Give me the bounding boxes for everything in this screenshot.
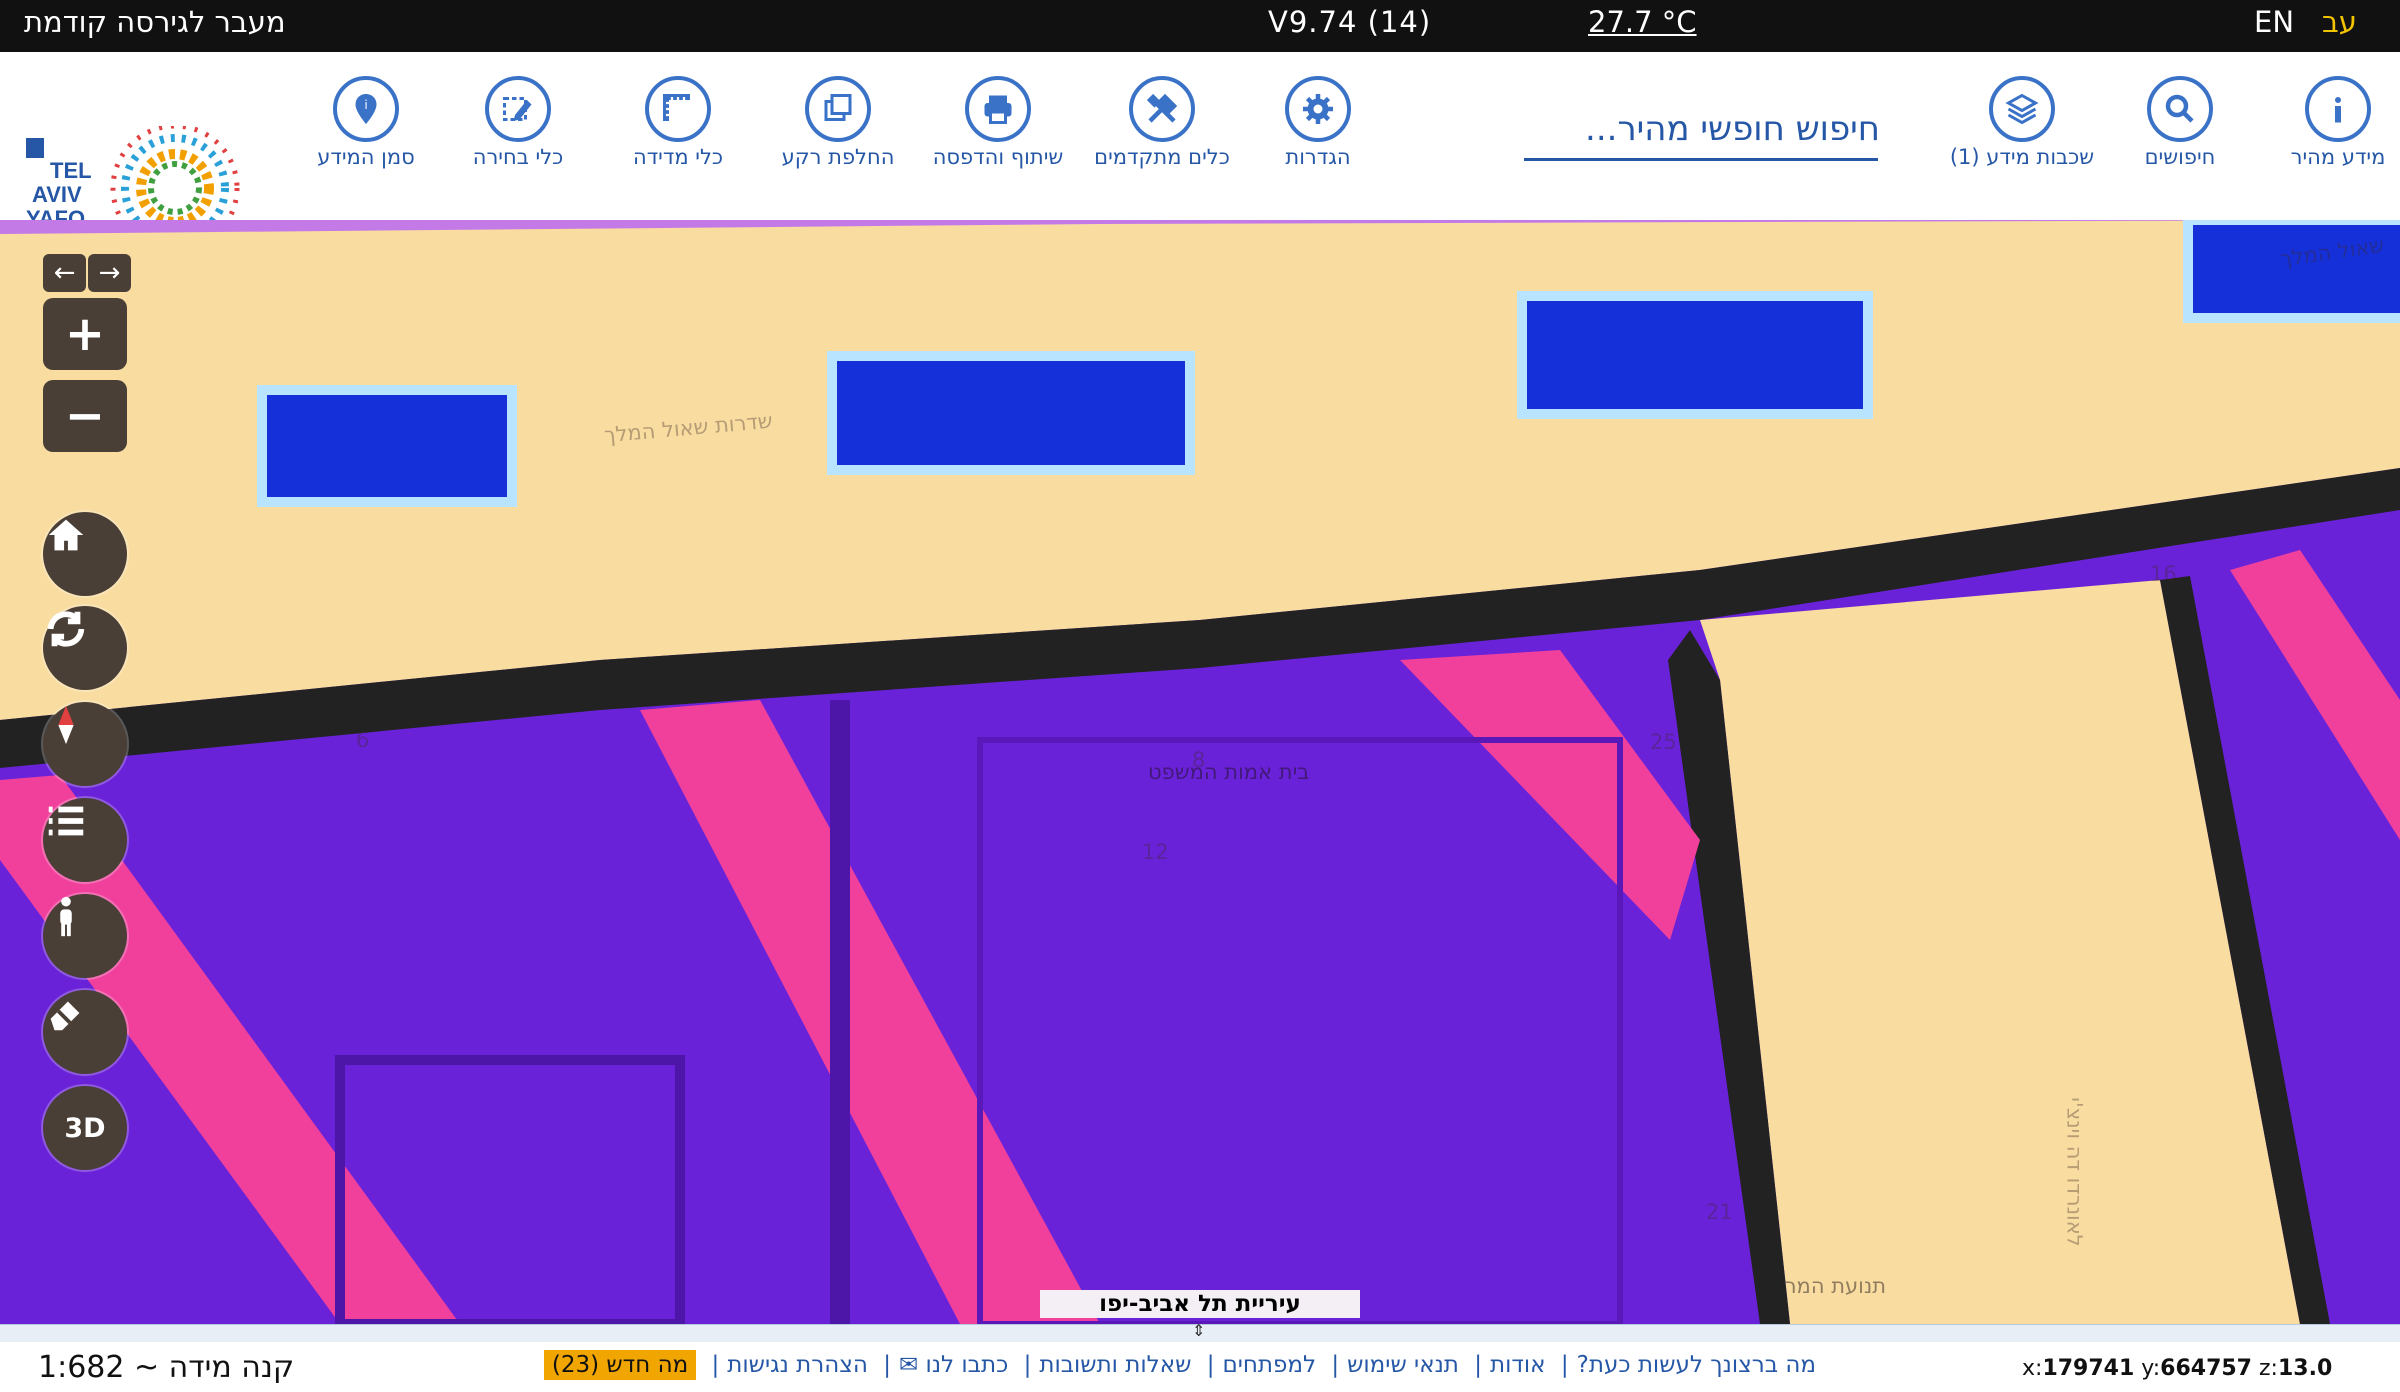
toolbar-label: סמן המידע: [317, 145, 415, 169]
house-number: 8: [1192, 748, 1206, 772]
lang-en-button[interactable]: EN: [2254, 0, 2294, 52]
toolbar-settings[interactable]: הגדרות: [1238, 76, 1398, 170]
toolbar-share-print[interactable]: שיתוף והדפסה: [918, 76, 1078, 170]
search-icon: [2147, 76, 2213, 142]
main-toolbar: TEL AVIV YAFO i סמן המידע כלי בחירה כלי …: [0, 52, 2400, 253]
street-label: תנועת המרי: [1780, 1274, 1887, 1298]
3d-label: 3D: [64, 1112, 106, 1144]
place-label: בית אמות המשפט: [1148, 760, 1310, 784]
footer-link-terms[interactable]: תנאי שימוש: [1347, 1352, 1459, 1378]
svg-text:i: i: [364, 98, 367, 112]
info-icon: [2305, 76, 2371, 142]
toolbar-label: שכבות מידע (1): [1949, 145, 2095, 169]
street-view-icon[interactable]: [43, 894, 127, 978]
print-icon: [965, 76, 1031, 142]
y-label: y:: [2141, 1356, 2161, 1381]
toolbar-label: הגדרות: [1285, 145, 1351, 169]
map-canvas[interactable]: שדרות שאול המלך שאול המלך בית אמות המשפט…: [0, 220, 2400, 1324]
history-nav: ← →: [43, 254, 131, 292]
basemap-icon: [805, 76, 871, 142]
house-number: 16: [2150, 562, 2177, 586]
layers-icon: [1989, 76, 2055, 142]
building[interactable]: [1517, 291, 1873, 419]
svg-text:AVIV: AVIV: [32, 182, 82, 207]
coordinates-readout: x:179741 y:664757 z:13.0: [2022, 1356, 2332, 1381]
toolbar-label: החלפת רקע: [781, 145, 895, 169]
resize-arrows-icon: ⇕: [1192, 1321, 1206, 1340]
scale-readout: קנה מידה ~ 1:682: [38, 1350, 295, 1385]
y-value: 664757: [2160, 1356, 2252, 1381]
footer-link-faq[interactable]: שאלות ותשובות: [1039, 1352, 1191, 1378]
z-value: 13.0: [2277, 1356, 2333, 1381]
x-value: 179741: [2042, 1356, 2135, 1381]
footer-link-about[interactable]: אודות: [1490, 1352, 1546, 1378]
compass-icon[interactable]: [43, 702, 127, 786]
separator: |: [1023, 1352, 1032, 1378]
toolbar-measure-tools[interactable]: כלי מדידה: [598, 76, 758, 170]
quick-search: [1524, 100, 1882, 161]
arrow-left-icon[interactable]: ←: [43, 254, 86, 292]
footer-link-developers[interactable]: למפתחים: [1222, 1352, 1316, 1378]
toolbar-searches[interactable]: חיפושים: [2100, 76, 2260, 170]
arrow-right-icon[interactable]: →: [88, 254, 131, 292]
house-number: 12: [1142, 840, 1169, 864]
select-icon: [485, 76, 551, 142]
top-bar: מעבר לגירסה קודמת V9.74 (14) 27.7 °C EN …: [0, 0, 2400, 52]
house-number: 6: [356, 728, 370, 752]
toolbar-layers[interactable]: שכבות מידע (1): [1942, 76, 2102, 170]
list-icon[interactable]: [43, 798, 127, 882]
map-attribution: עיריית תל אביב-יפו: [1040, 1290, 1360, 1318]
toolbar-label: כלי מדידה: [632, 145, 724, 169]
footer-link-accessibility[interactable]: הצהרת נגישות: [727, 1352, 868, 1378]
toolbar-basemap-switch[interactable]: החלפת רקע: [758, 76, 918, 170]
footer-links: מה ברצונך לעשות כעת? | אודות | תנאי שימוש |…: [543, 1350, 1820, 1380]
home-icon[interactable]: [43, 512, 127, 596]
eraser-icon[interactable]: [43, 990, 127, 1074]
separator: |: [1560, 1352, 1569, 1378]
previous-version-link[interactable]: מעבר לגירסה קודמת: [24, 0, 286, 52]
tools-icon: [1129, 76, 1195, 142]
separator: |: [711, 1352, 720, 1378]
separator: |: [883, 1352, 891, 1378]
toolbar-label: חיפושים: [2144, 145, 2216, 169]
temperature-link[interactable]: 27.7 °C: [1588, 0, 1697, 52]
whats-new-badge[interactable]: מה חדש (23): [543, 1350, 697, 1380]
toolbar-label: כלי בחירה: [472, 145, 564, 169]
ruler-icon: [645, 76, 711, 142]
toolbar-pin-marker[interactable]: i סמן המידע: [286, 76, 446, 170]
panel-resize-handle[interactable]: ⇕: [0, 1321, 2400, 1344]
logo-text-en-1: TEL: [50, 158, 92, 183]
building[interactable]: [827, 351, 1195, 475]
x-label: x:: [2022, 1356, 2043, 1381]
toolbar-quick-info[interactable]: מידע מהיר: [2258, 76, 2400, 170]
toolbar-label: כלים מתקדמים: [1094, 145, 1230, 169]
version-label: V9.74 (14): [1268, 5, 1432, 39]
separator: |: [1331, 1352, 1340, 1378]
pin-icon: i: [333, 76, 399, 142]
building[interactable]: [257, 385, 517, 507]
street-label: לאונרדו דה וינצ'י: [2062, 1097, 2087, 1247]
house-number: 21: [1706, 1200, 1733, 1224]
footer-link-what-to-do[interactable]: מה ברצונך לעשות כעת?: [1577, 1352, 1816, 1378]
toolbar-label: שיתוף והדפסה: [932, 145, 1064, 169]
3d-button[interactable]: 3D: [43, 1086, 127, 1170]
toolbar-label: מידע מהיר: [2290, 145, 2386, 169]
footer-link-contact[interactable]: כתבו לנו ✉: [899, 1352, 1008, 1378]
separator: |: [1206, 1352, 1215, 1378]
toolbar-select-tools[interactable]: כלי בחירה: [438, 76, 598, 170]
search-input[interactable]: [1524, 100, 1882, 158]
zoom-out-icon[interactable]: −: [43, 380, 127, 452]
separator: |: [1474, 1352, 1482, 1378]
toolbar-advanced-tools[interactable]: כלים מתקדמים: [1082, 76, 1242, 170]
refresh-icon[interactable]: [43, 606, 127, 690]
house-number: 25: [1650, 730, 1677, 754]
lang-he-button[interactable]: עב: [2322, 0, 2357, 52]
z-label: z:: [2259, 1356, 2278, 1381]
gear-icon: [1285, 76, 1351, 142]
status-bar: קנה מידה ~ 1:682 מה ברצונך לעשות כעת? | א…: [0, 1342, 2400, 1392]
zoom-in-icon[interactable]: +: [43, 298, 127, 370]
